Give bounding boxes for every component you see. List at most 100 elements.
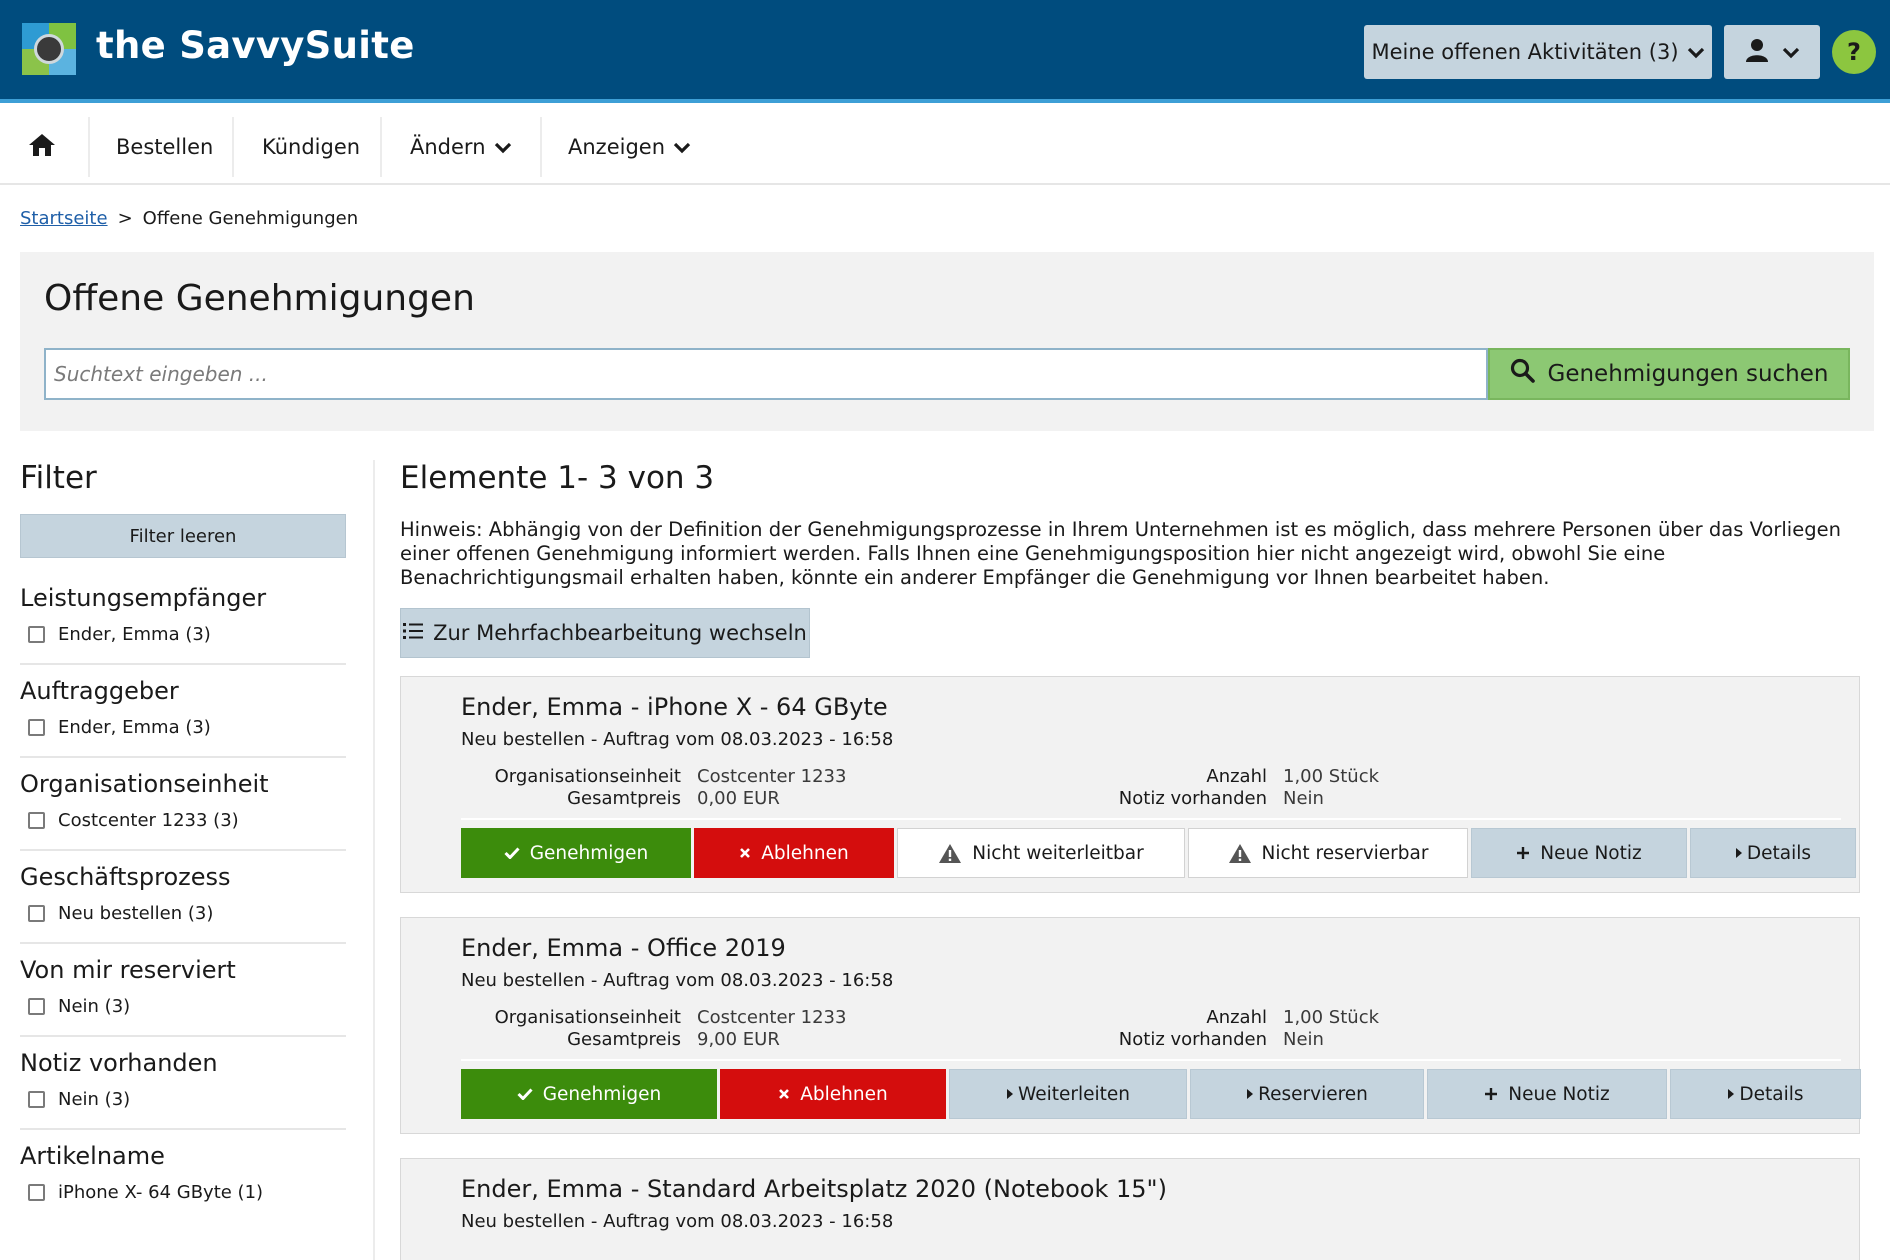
close-icon (778, 1088, 790, 1100)
filter-option[interactable]: Neu bestellen (3) (20, 903, 346, 924)
filter-option-label: Neu bestellen (3) (58, 903, 214, 924)
approve-button[interactable]: Genehmigen (461, 1069, 717, 1119)
warning-icon (1228, 843, 1252, 864)
filter-option[interactable]: Nein (3) (20, 1089, 346, 1110)
filter-group-title: Geschäftsprozess (20, 863, 231, 891)
forward-button[interactable]: Weiterleiten (949, 1069, 1187, 1119)
search-button-label: Genehmigungen suchen (1547, 361, 1829, 387)
filter-option[interactable]: Nein (3) (20, 996, 346, 1017)
reserve-button[interactable]: Reservieren (1190, 1069, 1424, 1119)
fact-quantity: Anzahl 1,00 Stück (1047, 1007, 1379, 1028)
caret-right-icon (1727, 1088, 1735, 1100)
open-activities-button[interactable]: Meine offenen Aktivitäten (3) (1364, 25, 1712, 79)
filter-option[interactable]: Costcenter 1233 (3) (20, 810, 346, 831)
fact-label: Notiz vorhanden (1118, 788, 1267, 809)
bulk-edit-button[interactable]: Zur Mehrfachbearbeitung wechseln (400, 608, 810, 658)
forward-label: Weiterleiten (1018, 1083, 1130, 1105)
fact-value: 1,00 Stück (1283, 766, 1380, 787)
caret-right-icon (1006, 1088, 1014, 1100)
filter-option-label: Nein (3) (58, 996, 131, 1017)
top-header: the SavvySuite Meine offenen Aktivitäten… (0, 0, 1890, 103)
approval-title: Ender, Emma - Office 2019 (461, 934, 786, 962)
fact-value: 9,00 EUR (697, 1029, 780, 1050)
filter-option[interactable]: iPhone X- 64 GByte (1) (20, 1182, 346, 1203)
details-button[interactable]: Details (1670, 1069, 1861, 1119)
filter-option[interactable]: Ender, Emma (3) (20, 624, 346, 645)
reject-label: Ablehnen (800, 1083, 888, 1105)
fact-quantity: Anzahl 1,00 Stück (1047, 766, 1379, 787)
clear-filter-button[interactable]: Filter leeren (20, 514, 346, 558)
filter-option-label: Ender, Emma (3) (58, 624, 211, 645)
filter-sidebar: Filter Filter leeren Leistungsempfänger … (20, 460, 346, 1260)
nav-cancel[interactable]: Kündigen (262, 119, 360, 175)
list-icon (403, 621, 433, 645)
new-note-button[interactable]: Neue Notiz (1471, 828, 1687, 878)
caret-right-icon (1246, 1088, 1254, 1100)
reserve-label: Nicht reservierbar (1261, 842, 1429, 864)
checkbox[interactable] (28, 812, 45, 829)
filter-group-recipient: Leistungsempfänger Ender, Emma (3) (20, 584, 346, 665)
nav-change[interactable]: Ändern (410, 119, 512, 175)
reserve-disabled-button[interactable]: Nicht reservierbar (1188, 828, 1468, 878)
new-note-label: Neue Notiz (1540, 842, 1642, 864)
fact-label: Gesamtpreis (567, 788, 681, 809)
filter-group-note: Notiz vorhanden Nein (3) (20, 1049, 346, 1130)
brand-name[interactable]: the SavvySuite (96, 24, 415, 67)
reject-button[interactable]: Ablehnen (720, 1069, 946, 1119)
nav-divider (232, 117, 234, 177)
savvysuite-logo[interactable] (22, 23, 76, 75)
plus-icon (1516, 846, 1530, 860)
filter-group-reserved: Von mir reserviert Nein (3) (20, 956, 346, 1037)
fact-org-unit: Organisationseinheit Costcenter 1233 (461, 766, 847, 787)
details-button[interactable]: Details (1690, 828, 1856, 878)
checkbox[interactable] (28, 1091, 45, 1108)
nav-show[interactable]: Anzeigen (568, 119, 691, 175)
fact-value: 0,00 EUR (697, 788, 780, 809)
nav-divider (88, 117, 90, 177)
home-button[interactable] (28, 119, 56, 175)
caret-right-icon (1735, 847, 1743, 859)
reserve-label: Reservieren (1258, 1083, 1368, 1105)
chevron-down-icon (494, 135, 512, 159)
approval-facts: Organisationseinheit Costcenter 1233 Gesa… (461, 766, 1841, 820)
checkbox[interactable] (28, 905, 45, 922)
fact-value: Nein (1283, 788, 1324, 809)
search-input[interactable] (44, 348, 1488, 400)
plus-icon (1484, 1087, 1498, 1101)
checkbox[interactable] (28, 626, 45, 643)
check-icon (504, 847, 520, 859)
breadcrumb-home-link[interactable]: Startseite (20, 208, 108, 229)
filter-option-label: iPhone X- 64 GByte (1) (58, 1182, 264, 1203)
column-divider (373, 460, 375, 1260)
search-approvals-button[interactable]: Genehmigungen suchen (1488, 348, 1850, 400)
filter-group-title: Artikelname (20, 1142, 165, 1170)
nav-show-label: Anzeigen (568, 135, 666, 159)
user-menu-button[interactable] (1724, 25, 1820, 79)
checkbox[interactable] (28, 998, 45, 1015)
fact-label: Anzahl (1206, 766, 1267, 787)
fact-org-unit: Organisationseinheit Costcenter 1233 (461, 1007, 847, 1028)
user-icon (1744, 37, 1770, 68)
approval-subtitle: Neu bestellen - Auftrag vom 08.03.2023 -… (461, 1211, 894, 1232)
filter-group-title: Leistungsempfänger (20, 584, 267, 612)
home-icon (28, 132, 56, 163)
search-icon (1510, 358, 1548, 390)
chevron-down-icon (1782, 40, 1800, 64)
approval-card: Ender, Emma - iPhone X - 64 GByte Neu be… (400, 676, 1860, 893)
approval-actions: Genehmigen Ablehnen Weiterleiten Reservi… (461, 1069, 1861, 1119)
reject-button[interactable]: Ablehnen (694, 828, 894, 878)
forward-disabled-button[interactable]: Nicht weiterleitbar (897, 828, 1185, 878)
approval-actions: Genehmigen Ablehnen Nicht weiterleitbar … (461, 828, 1861, 878)
nav-order[interactable]: Bestellen (116, 119, 213, 175)
new-note-button[interactable]: Neue Notiz (1427, 1069, 1667, 1119)
filter-title: Filter (20, 460, 97, 496)
fact-value: Costcenter 1233 (697, 766, 847, 787)
filter-option[interactable]: Ender, Emma (3) (20, 717, 346, 738)
bulk-edit-label: Zur Mehrfachbearbeitung wechseln (433, 621, 807, 645)
approve-button[interactable]: Genehmigen (461, 828, 691, 878)
checkbox[interactable] (28, 1184, 45, 1201)
filter-option-label: Ender, Emma (3) (58, 717, 211, 738)
checkbox[interactable] (28, 719, 45, 736)
filter-group-title: Notiz vorhanden (20, 1049, 218, 1077)
help-button[interactable]: ? (1832, 30, 1876, 74)
